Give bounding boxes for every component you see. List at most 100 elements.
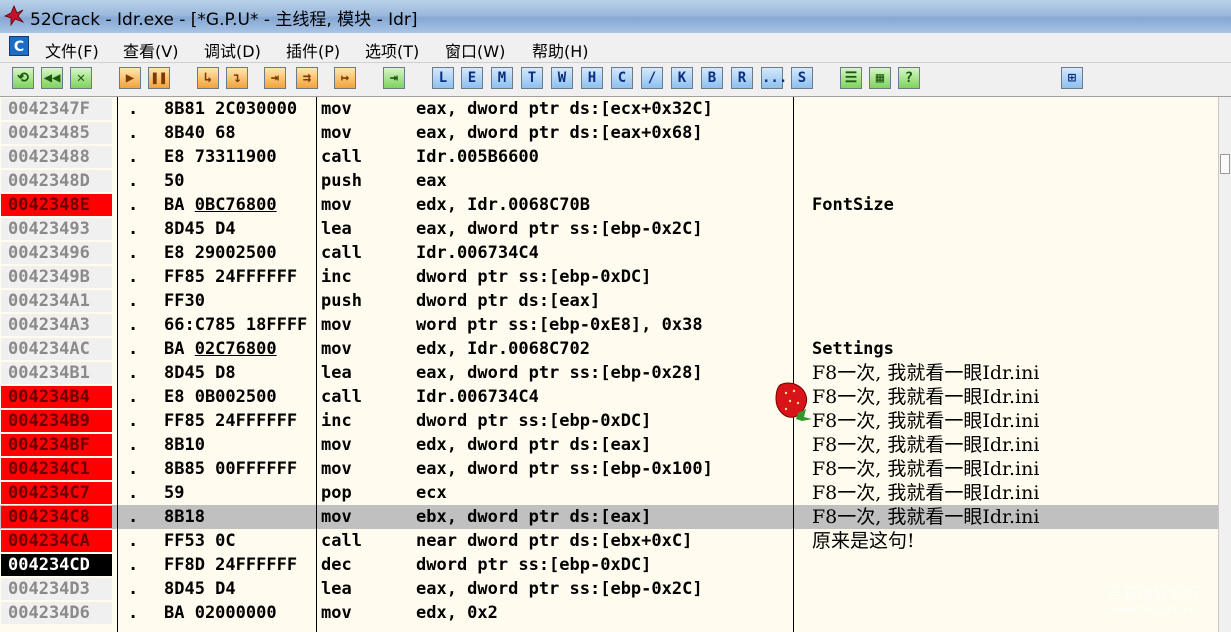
hex-bytes: BA 02000000 [164,601,315,625]
window-button-2[interactable]: M [491,67,513,89]
disasm-row[interactable]: 00423485. 8B40 68 mov eax, dword ptr ds:[ea… [0,121,1218,145]
grid-icon[interactable]: ▦ [869,67,891,89]
operands: word ptr ss:[ebp-0xE8], 0x38 [416,315,703,335]
disasm-row[interactable]: 00423493. 8D45 D4 lea eax, dword ptr ss:[eb… [0,217,1218,241]
disasm-row[interactable]: 004234CD. FF8D 24FFFFFF dec dword ptr ss:[e… [0,553,1218,577]
disasm-row[interactable]: 00423496. E8 29002500 call Idr.006734C4 [0,241,1218,265]
window-button-3[interactable]: T [521,67,543,89]
breakpoint-address[interactable]: 004234C8 [1,506,112,528]
breakpoint-address[interactable]: 004234BF [1,434,112,456]
menu-plugins[interactable]: 插件(P) [286,38,340,62]
window-button-7[interactable]: / [641,67,663,89]
disassembly-pane[interactable]: 0042347F. 8B81 2C030000 mov eax, dword ptr … [0,97,1218,632]
menu-file[interactable]: 文件(F) [45,38,99,62]
disasm-row[interactable]: 0042348E. BA 0BC76800 mov edx, Idr.0068C70B… [0,193,1218,217]
restart-icon[interactable]: ◀◀ [41,67,63,89]
current-eip-address[interactable]: 004234CD [1,554,112,576]
disasm-row[interactable]: 004234CA. FF53 0C call near dword ptr ds:[e… [0,529,1218,553]
address-cell[interactable]: 0042348D [1,170,112,192]
mnemonic: mov [321,315,352,335]
disasm-row[interactable]: 0042348D. 50 push eax [0,169,1218,193]
jump-marker: . [128,315,139,335]
jump-marker: . [128,387,139,407]
disasm-row[interactable]: 004234A3. 66:C785 18FFFF mov word ptr ss:[e… [0,313,1218,337]
trace-into-icon[interactable]: ⇥ [264,67,286,89]
disasm-row[interactable]: 004234B9. FF85 24FFFFFF inc dword ptr ss:[e… [0,409,1218,433]
window-button-1[interactable]: E [461,67,483,89]
breakpoint-address[interactable]: 004234B4 [1,386,112,408]
window-button-8[interactable]: K [671,67,693,89]
hex-bytes-text: 8D45 D4 [164,219,236,239]
execute-till-return-icon[interactable]: ↦ [334,67,356,89]
comment: F8一次, 我就看一眼Idr.ini [812,362,1040,384]
run-icon[interactable]: ▶ [119,67,141,89]
hex-bytes: E8 29002500 [164,241,315,265]
menu-help[interactable]: 帮助(H) [532,38,589,62]
window-button-4[interactable]: W [551,67,573,89]
breakpoint-address[interactable]: 0042348E [1,194,112,216]
disasm-row[interactable]: 004234C1. 8B85 00FFFFFF mov eax, dword ptr … [0,457,1218,481]
breakpoint-address[interactable]: 004234C7 [1,482,112,504]
address-cell[interactable]: 004234D3 [1,578,112,600]
cpu-window-icon[interactable]: C [9,36,29,56]
address-cell[interactable]: 004234D6 [1,602,112,624]
disasm-row[interactable]: 004234D6. BA 02000000 mov edx, 0x2 [0,601,1218,625]
close-icon[interactable]: ✕ [70,67,92,89]
menu-view[interactable]: 查看(V) [123,38,178,62]
hex-bytes: BA 0BC76800 [164,193,315,217]
address-cell[interactable]: 00423488 [1,146,112,168]
disasm-row[interactable]: 00423488. E8 73311900 call Idr.005B6600 [0,145,1218,169]
open-icon[interactable]: ⟲ [12,67,34,89]
window-button-12[interactable]: S [791,67,813,89]
window-button-9[interactable]: B [701,67,723,89]
address-cell[interactable]: 004234A1 [1,290,112,312]
trace-over-icon[interactable]: ⇉ [296,67,318,89]
address-cell[interactable]: 00423496 [1,242,112,264]
comment: F8一次, 我就看一眼Idr.ini [812,386,1040,408]
list-icon[interactable]: ☰ [840,67,862,89]
hex-bytes: 8B81 2C030000 [164,97,315,121]
disasm-row[interactable]: 004234BF. 8B10 mov edx, dword ptr ds:[eax] F… [0,433,1218,457]
menu-options[interactable]: 选项(T) [365,38,419,62]
operands: near dword ptr ds:[ebx+0xC] [416,531,693,551]
disasm-row[interactable]: 004234A1. FF30 push dword ptr ds:[eax] [0,289,1218,313]
breakpoint-address[interactable]: 004234B9 [1,410,112,432]
disasm-row[interactable]: 004234D3. 8D45 D4 lea eax, dword ptr ss:[eb… [0,577,1218,601]
address-cell[interactable]: 00423493 [1,218,112,240]
operands: dword ptr ds:[eax] [416,291,601,311]
breakpoint-address[interactable]: 004234CA [1,530,112,552]
network-icon[interactable]: ⊞ [1061,67,1083,89]
disasm-row[interactable]: 0042347F. 8B81 2C030000 mov eax, dword ptr … [0,97,1218,121]
vertical-scrollbar[interactable] [1218,97,1231,632]
disasm-row[interactable]: 004234B4. E8 0B002500 call Idr.006734C4 F8一次… [0,385,1218,409]
window-button-5[interactable]: H [581,67,603,89]
disasm-row[interactable]: 004234C7. 59 pop ecx F8一次, 我就看一眼Idr.ini [0,481,1218,505]
disasm-row[interactable]: 004234B1. 8D45 D8 lea eax, dword ptr ss:[eb… [0,361,1218,385]
go-to-address-icon[interactable]: ⇥ [383,67,405,89]
address-cell[interactable]: 00423485 [1,122,112,144]
window-button-6[interactable]: C [611,67,633,89]
jump-marker: . [128,459,139,479]
window-button-10[interactable]: R [731,67,753,89]
step-into-icon[interactable]: ↳ [197,67,219,89]
title-bar: 52Crack - Idr.exe - [*G.P.U* - 主线程, 模块 -… [0,0,1231,33]
menu-window[interactable]: 窗口(W) [445,38,505,62]
window-button-0[interactable]: L [432,67,454,89]
disasm-row[interactable]: 0042349B. FF85 24FFFFFF inc dword ptr ss:[e… [0,265,1218,289]
address-cell[interactable]: 004234B1 [1,362,112,384]
address-cell[interactable]: 0042347F [1,98,112,120]
help-icon[interactable]: ? [898,67,920,89]
address-cell[interactable]: 0042349B [1,266,112,288]
hex-bytes-text: FF8D 24FFFFFF [164,555,298,575]
window-button-11[interactable]: ... [761,67,787,89]
menu-debug[interactable]: 调试(D) [204,38,261,62]
address-cell[interactable]: 004234AC [1,338,112,360]
disasm-row[interactable]: 004234AC. BA 02C76800 mov edx, Idr.0068C702… [0,337,1218,361]
comment: F8一次, 我就看一眼Idr.ini [812,410,1040,432]
scrollbar-thumb[interactable] [1220,154,1230,174]
disasm-row[interactable]: 004234C8. 8B18 mov ebx, dword ptr ds:[eax] F… [0,505,1218,529]
step-over-icon[interactable]: ↴ [226,67,248,89]
breakpoint-address[interactable]: 004234C1 [1,458,112,480]
pause-icon[interactable]: ❚❚ [148,67,170,89]
address-cell[interactable]: 004234A3 [1,314,112,336]
